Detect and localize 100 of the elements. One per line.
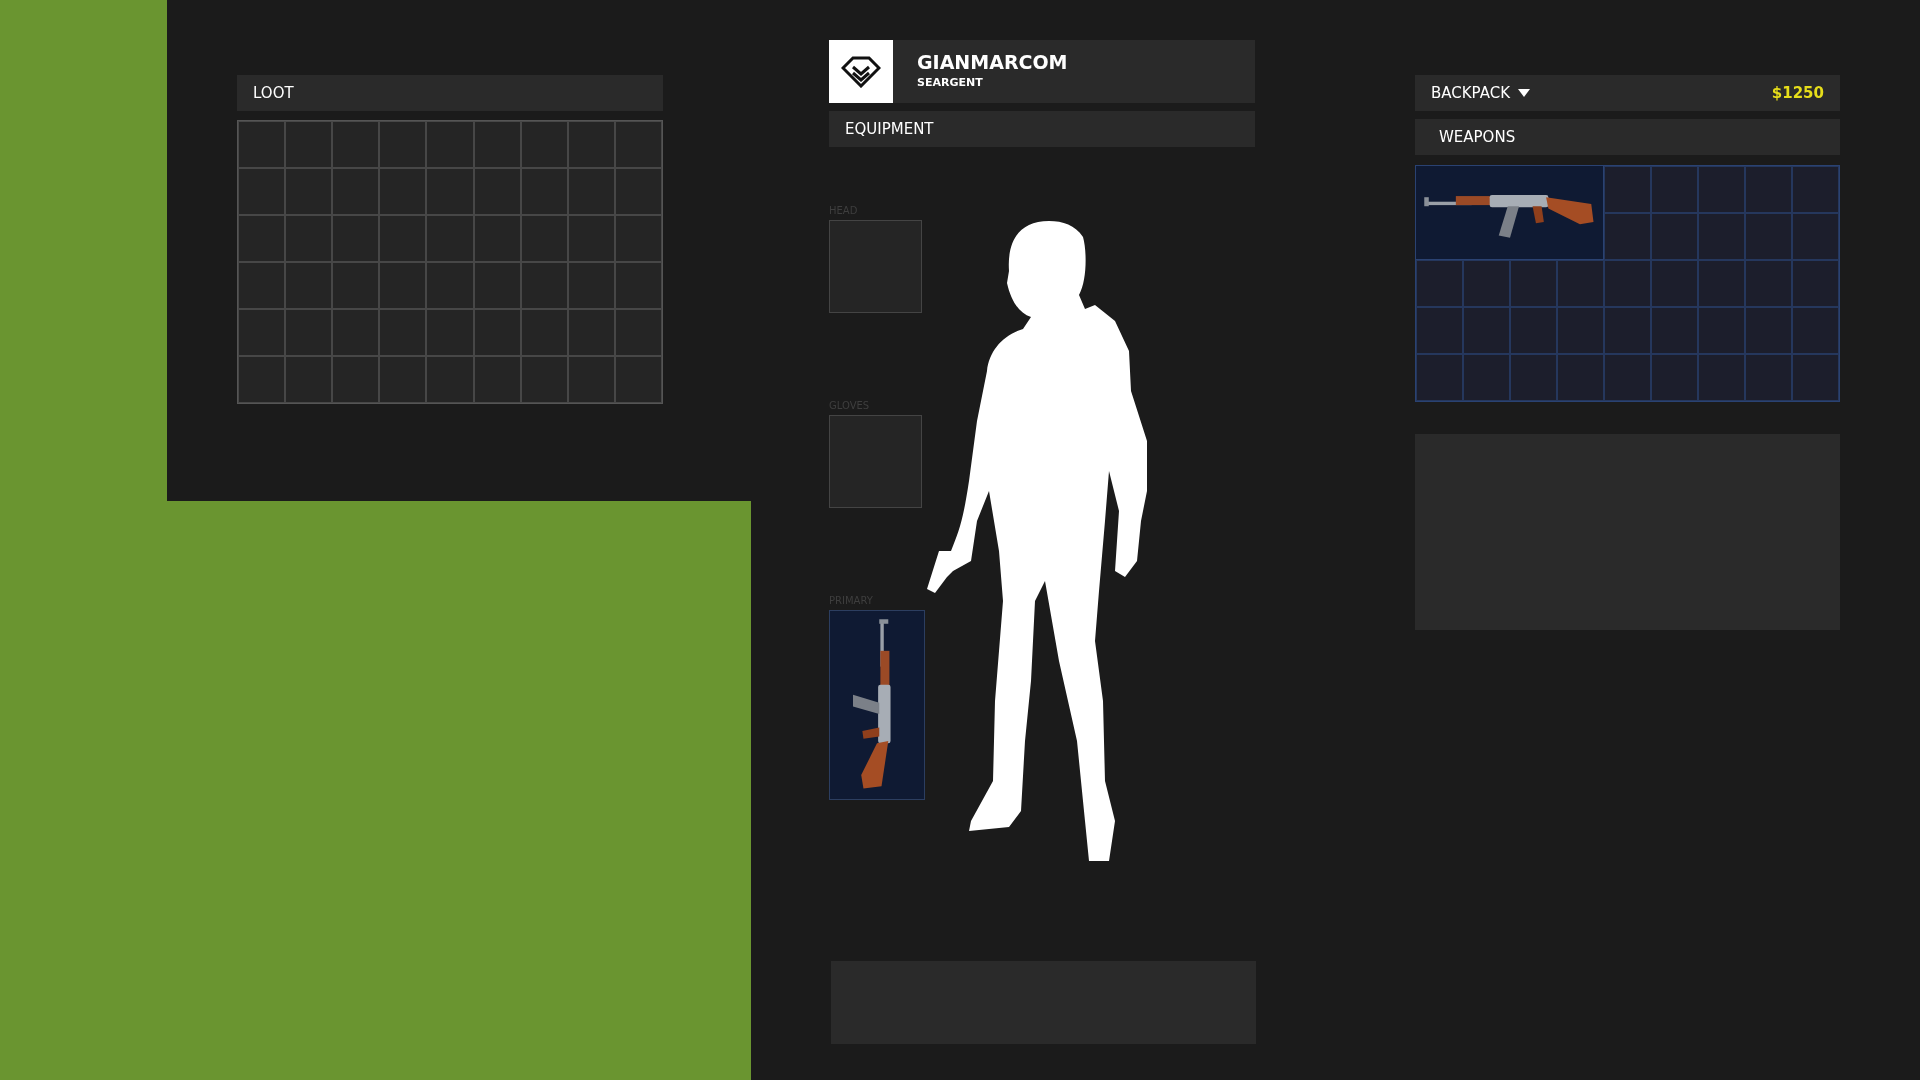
grid-cell[interactable] bbox=[379, 309, 427, 356]
grid-cell[interactable] bbox=[1510, 354, 1557, 401]
grid-cell[interactable] bbox=[614, 356, 662, 403]
grid-cell[interactable] bbox=[614, 168, 662, 215]
grid-cell[interactable] bbox=[426, 262, 474, 309]
grid-cell[interactable] bbox=[1698, 260, 1745, 307]
grid-cell[interactable] bbox=[285, 309, 333, 356]
grid-cell[interactable] bbox=[1745, 307, 1792, 354]
grid-cell[interactable] bbox=[473, 262, 521, 309]
grid-cell[interactable] bbox=[567, 309, 615, 356]
grid-cell[interactable] bbox=[1651, 354, 1698, 401]
grid-cell[interactable] bbox=[1604, 213, 1651, 260]
equipment-slot[interactable] bbox=[829, 220, 922, 313]
grid-cell[interactable] bbox=[1604, 260, 1651, 307]
grid-cell[interactable] bbox=[426, 168, 474, 215]
grid-cell[interactable] bbox=[379, 215, 427, 262]
grid-cell[interactable] bbox=[238, 262, 286, 309]
grid-cell[interactable] bbox=[1651, 213, 1698, 260]
grid-cell[interactable] bbox=[426, 356, 474, 403]
grid-cell[interactable] bbox=[285, 168, 333, 215]
grid-cell[interactable] bbox=[285, 262, 333, 309]
grid-cell[interactable] bbox=[567, 121, 615, 168]
player-name: GIANMARCOM bbox=[917, 51, 1068, 76]
grid-cell[interactable] bbox=[1463, 354, 1510, 401]
grid-cell[interactable] bbox=[1745, 260, 1792, 307]
grid-cell[interactable] bbox=[614, 121, 662, 168]
grid-cell[interactable] bbox=[614, 215, 662, 262]
primary-weapon-slot[interactable] bbox=[829, 610, 925, 800]
grid-cell[interactable] bbox=[1745, 166, 1792, 213]
grid-cell[interactable] bbox=[567, 356, 615, 403]
grid-cell[interactable] bbox=[332, 121, 380, 168]
grid-cell[interactable] bbox=[473, 356, 521, 403]
grid-cell[interactable] bbox=[1463, 260, 1510, 307]
grid-cell[interactable] bbox=[473, 121, 521, 168]
grid-cell[interactable] bbox=[426, 215, 474, 262]
grid-cell[interactable] bbox=[1792, 260, 1839, 307]
grid-cell[interactable] bbox=[1557, 260, 1604, 307]
equipment-slot[interactable] bbox=[829, 415, 922, 508]
grid-cell[interactable] bbox=[1792, 166, 1839, 213]
grid-cell[interactable] bbox=[1651, 166, 1698, 213]
grid-cell[interactable] bbox=[1792, 354, 1839, 401]
grid-cell[interactable] bbox=[285, 356, 333, 403]
grid-cell[interactable] bbox=[1698, 307, 1745, 354]
grid-cell[interactable] bbox=[1557, 354, 1604, 401]
grid-cell[interactable] bbox=[1651, 260, 1698, 307]
grid-cell[interactable] bbox=[332, 215, 380, 262]
grid-cell[interactable] bbox=[520, 121, 568, 168]
grid-cell[interactable] bbox=[473, 309, 521, 356]
grid-cell[interactable] bbox=[520, 356, 568, 403]
grid-cell[interactable] bbox=[520, 262, 568, 309]
equipment-title: EQUIPMENT bbox=[845, 118, 934, 140]
grid-cell[interactable] bbox=[1463, 307, 1510, 354]
grid-cell[interactable] bbox=[1604, 166, 1651, 213]
loot-title: LOOT bbox=[253, 82, 294, 104]
caret-icon bbox=[1518, 89, 1530, 97]
grid-cell[interactable] bbox=[1604, 307, 1651, 354]
grid-cell[interactable] bbox=[1698, 354, 1745, 401]
grid-cell[interactable] bbox=[238, 215, 286, 262]
grid-cell[interactable] bbox=[1510, 307, 1557, 354]
grid-cell[interactable] bbox=[1792, 213, 1839, 260]
grid-cell[interactable] bbox=[567, 168, 615, 215]
grid-cell[interactable] bbox=[1416, 307, 1463, 354]
grid-cell[interactable] bbox=[426, 121, 474, 168]
grid-cell[interactable] bbox=[379, 121, 427, 168]
grid-cell[interactable] bbox=[520, 168, 568, 215]
grid-cell[interactable] bbox=[332, 356, 380, 403]
grid-cell[interactable] bbox=[1745, 213, 1792, 260]
grid-cell[interactable] bbox=[520, 309, 568, 356]
grid-cell[interactable] bbox=[1510, 260, 1557, 307]
grid-cell[interactable] bbox=[1416, 354, 1463, 401]
grid-cell[interactable] bbox=[379, 168, 427, 215]
grid-cell[interactable] bbox=[520, 215, 568, 262]
grid-cell[interactable] bbox=[238, 309, 286, 356]
grid-cell[interactable] bbox=[567, 215, 615, 262]
grid-cell[interactable] bbox=[473, 215, 521, 262]
grid-cell[interactable] bbox=[614, 262, 662, 309]
grid-cell[interactable] bbox=[379, 356, 427, 403]
grid-cell[interactable] bbox=[379, 262, 427, 309]
grid-cell[interactable] bbox=[285, 121, 333, 168]
weapon-item[interactable] bbox=[1415, 165, 1604, 260]
grid-cell[interactable] bbox=[1792, 307, 1839, 354]
grid-cell[interactable] bbox=[1698, 166, 1745, 213]
grid-cell[interactable] bbox=[238, 356, 286, 403]
grid-cell[interactable] bbox=[1745, 354, 1792, 401]
grid-cell[interactable] bbox=[1651, 307, 1698, 354]
grid-cell[interactable] bbox=[473, 168, 521, 215]
grid-cell[interactable] bbox=[426, 309, 474, 356]
grid-cell[interactable] bbox=[332, 309, 380, 356]
grid-cell[interactable] bbox=[1604, 354, 1651, 401]
grid-cell[interactable] bbox=[285, 215, 333, 262]
grid-cell[interactable] bbox=[1416, 260, 1463, 307]
grid-cell[interactable] bbox=[1557, 307, 1604, 354]
grid-cell[interactable] bbox=[238, 121, 286, 168]
grid-cell[interactable] bbox=[332, 262, 380, 309]
grid-cell[interactable] bbox=[238, 168, 286, 215]
grid-cell[interactable] bbox=[567, 262, 615, 309]
grid-cell[interactable] bbox=[332, 168, 380, 215]
grid-cell[interactable] bbox=[1698, 213, 1745, 260]
grid-cell[interactable] bbox=[614, 309, 662, 356]
backpack-dropdown[interactable]: BACKPACK bbox=[1431, 81, 1530, 105]
